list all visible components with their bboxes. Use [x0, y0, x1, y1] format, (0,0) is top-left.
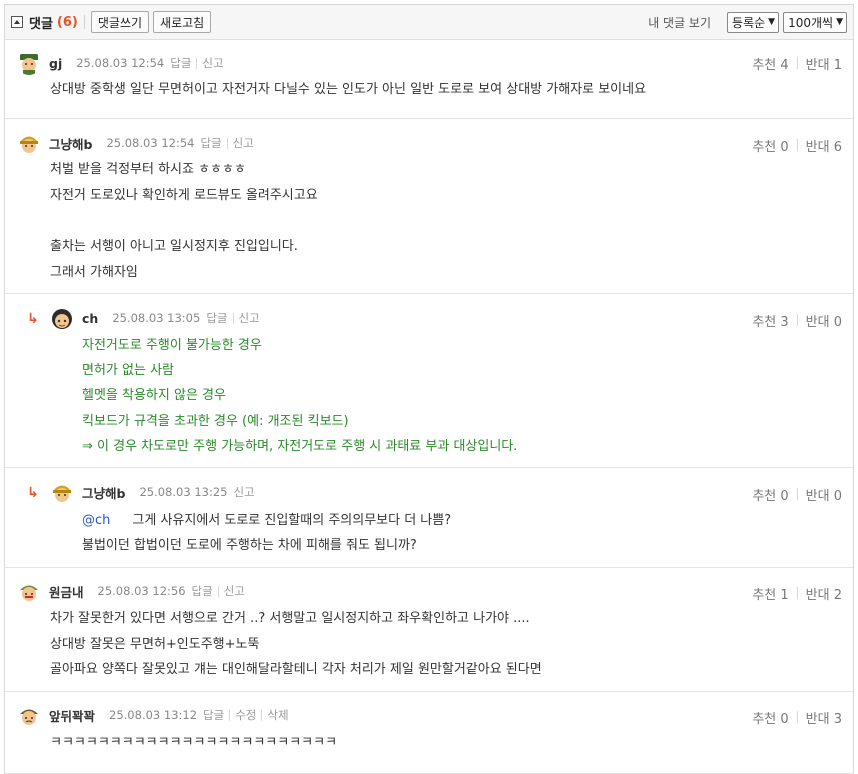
per-page-select-value: 100개씩 — [788, 15, 834, 30]
comment-text: 킥보드가 규격을 초과한 경우 (예: 개조된 킥보드) — [82, 414, 349, 429]
downvote-button[interactable]: 반대 0 — [806, 311, 842, 330]
comment-title: 댓글 — [29, 16, 53, 32]
upvote-button[interactable]: 추천 1 — [752, 584, 788, 603]
sort-select-value: 등록순 — [732, 15, 766, 30]
divider — [83, 15, 85, 29]
downvote-button[interactable]: 반대 2 — [806, 584, 842, 603]
divider — [217, 585, 219, 597]
report-link[interactable]: 신고 — [233, 484, 254, 500]
divider — [229, 709, 231, 721]
divider — [261, 709, 263, 721]
reply-link[interactable]: 답글 — [203, 707, 224, 723]
downvote-button[interactable]: 반대 1 — [806, 54, 842, 73]
upvote-button[interactable]: 추천 0 — [752, 708, 788, 727]
comment-date: 25.08.03 13:12 — [109, 708, 198, 722]
avatar — [17, 131, 41, 155]
chevron-down-icon: ▼ — [836, 17, 843, 27]
comment-text: ㅋㅋㅋㅋㅋㅋㅋㅋㅋㅋㅋㅋㅋㅋㅋㅋㅋㅋㅋㅋㅋㅋㅋㅋ — [50, 735, 338, 750]
comment-text: 그래서 가해자임 — [50, 265, 138, 280]
comment-text: 자전거도로 주행이 불가능한 경우 — [82, 338, 262, 353]
comment-date: 25.08.03 12:54 — [76, 56, 165, 70]
comment-text: @ch 그게 사유지에서 도로로 진입할때의 주의의무보다 더 나쁨? — [82, 513, 452, 528]
comment-date: 25.08.03 12:54 — [106, 136, 195, 150]
report-link[interactable]: 신고 — [202, 55, 223, 71]
downvote-button[interactable]: 반대 0 — [806, 485, 842, 504]
comment-text: 면허가 없는 사람 — [82, 363, 174, 378]
reply-link[interactable]: 답글 — [206, 310, 227, 326]
my-comments-link[interactable]: 내 댓글 보기 — [648, 14, 711, 31]
comment-author[interactable]: 그냥해b — [49, 134, 92, 153]
avatar — [50, 480, 74, 504]
downvote-button[interactable]: 반대 3 — [806, 708, 842, 727]
refresh-button[interactable]: 새로고침 — [153, 11, 212, 33]
chevron-down-icon: ▼ — [768, 17, 776, 27]
comment-count: (6) — [56, 14, 78, 30]
comment-item: 앞뒤꽉꽉 25.08.03 13:12 답글 수정 삭제 추천 0 반대 3 ㅋ… — [5, 692, 853, 774]
comment-text: 상대방 중학생 일단 무면허이고 자전거자 다닐수 있는 인도가 아닌 일반 도… — [50, 82, 647, 97]
comment-text: 헬멧을 착용하지 않은 경우 — [82, 388, 226, 403]
avatar — [50, 306, 74, 330]
mention-link[interactable]: @ch — [82, 513, 110, 528]
comment-text: 차가 잘못한거 있다면 서행으로 간거 ..? 서행말고 일시정지하고 좌우확인… — [50, 611, 530, 626]
comment-text: ⇒ 이 경우 차도로만 주행 가능하며, 자전거도로 주행 시 과태료 부과 대… — [82, 439, 518, 454]
comment-author[interactable]: 원금내 — [49, 582, 84, 601]
comment-text: 상대방 잘못은 무면허+인도주행+노뚝 — [50, 637, 260, 652]
comment-author[interactable]: gj — [49, 56, 62, 71]
report-link[interactable]: 신고 — [239, 310, 260, 326]
divider — [232, 312, 234, 324]
comment-item: 원금내 25.08.03 12:56 답글 신고 추천 1 반대 2 차가 잘못… — [5, 568, 853, 692]
comment-item: gj 25.08.03 12:54 답글 신고 추천 4 반대 1 상대방 중학… — [5, 41, 853, 119]
reply-item: ↳ 그냥해b 25.08.03 13:25 신고 추천 0 반대 0 @ch 그게… — [5, 468, 853, 568]
report-link[interactable]: 신고 — [224, 583, 245, 599]
comment-date: 25.08.03 13:25 — [139, 485, 228, 499]
comment-section: 댓글 (6) 댓글쓰기 새로고침 내 댓글 보기 등록순 ▼ 100개씩 ▼ gj … — [4, 4, 854, 774]
upvote-button[interactable]: 추천 0 — [752, 485, 788, 504]
avatar — [17, 579, 41, 603]
reply-link[interactable]: 답글 — [192, 583, 213, 599]
comment-author[interactable]: ch — [82, 311, 98, 326]
divider — [196, 57, 198, 69]
report-link[interactable]: 신고 — [233, 135, 254, 151]
comment-author[interactable]: 그냥해b — [82, 483, 125, 502]
delete-link[interactable]: 삭제 — [267, 707, 288, 723]
upvote-button[interactable]: 추천 4 — [752, 54, 788, 73]
comment-header: 댓글 (6) 댓글쓰기 새로고침 내 댓글 보기 등록순 ▼ 100개씩 ▼ — [5, 5, 853, 40]
reply-link[interactable]: 답글 — [200, 135, 221, 151]
comment-date: 25.08.03 13:05 — [112, 311, 201, 325]
reply-arrow-icon: ↳ — [27, 311, 39, 327]
per-page-select[interactable]: 100개씩 ▼ — [783, 11, 847, 33]
reply-item: ↳ ch 25.08.03 13:05 답글 신고 추천 3 반대 0 자전거도… — [5, 294, 853, 468]
divider — [226, 137, 228, 149]
avatar — [17, 51, 41, 75]
comment-text: 자전거 도로있나 확인하게 로드뷰도 올려주시고요 — [50, 188, 318, 203]
upvote-button[interactable]: 추천 3 — [752, 311, 788, 330]
comment-author[interactable]: 앞뒤꽉꽉 — [49, 706, 95, 725]
upvote-button[interactable]: 추천 0 — [752, 136, 788, 155]
sort-select[interactable]: 등록순 ▼ — [727, 11, 780, 33]
reply-link[interactable]: 답글 — [170, 55, 191, 71]
comment-text: 출차는 서행이 아니고 일시정지후 진입입니다. — [50, 239, 298, 254]
write-comment-button[interactable]: 댓글쓰기 — [90, 11, 150, 33]
collapse-toggle-icon[interactable] — [11, 16, 23, 28]
downvote-button[interactable]: 반대 6 — [806, 136, 842, 155]
comment-text: 처벌 받을 걱정부터 하시죠 ㅎㅎㅎㅎ — [50, 162, 246, 177]
reply-arrow-icon: ↳ — [27, 485, 39, 501]
comment-date: 25.08.03 12:56 — [97, 584, 186, 598]
comment-text: 골아파요 양쪽다 잘못있고 걔는 대인해달라할테니 각자 처리가 제일 원만할거… — [50, 662, 542, 677]
comment-item: 그냥해b 25.08.03 12:54 답글 신고 추천 0 반대 6 처벌 받… — [5, 119, 853, 294]
avatar — [17, 703, 41, 727]
comment-text: 불법이던 합법이던 도로에 주행하는 차에 피해를 줘도 됩니까? — [82, 538, 417, 553]
edit-link[interactable]: 수정 — [235, 707, 256, 723]
